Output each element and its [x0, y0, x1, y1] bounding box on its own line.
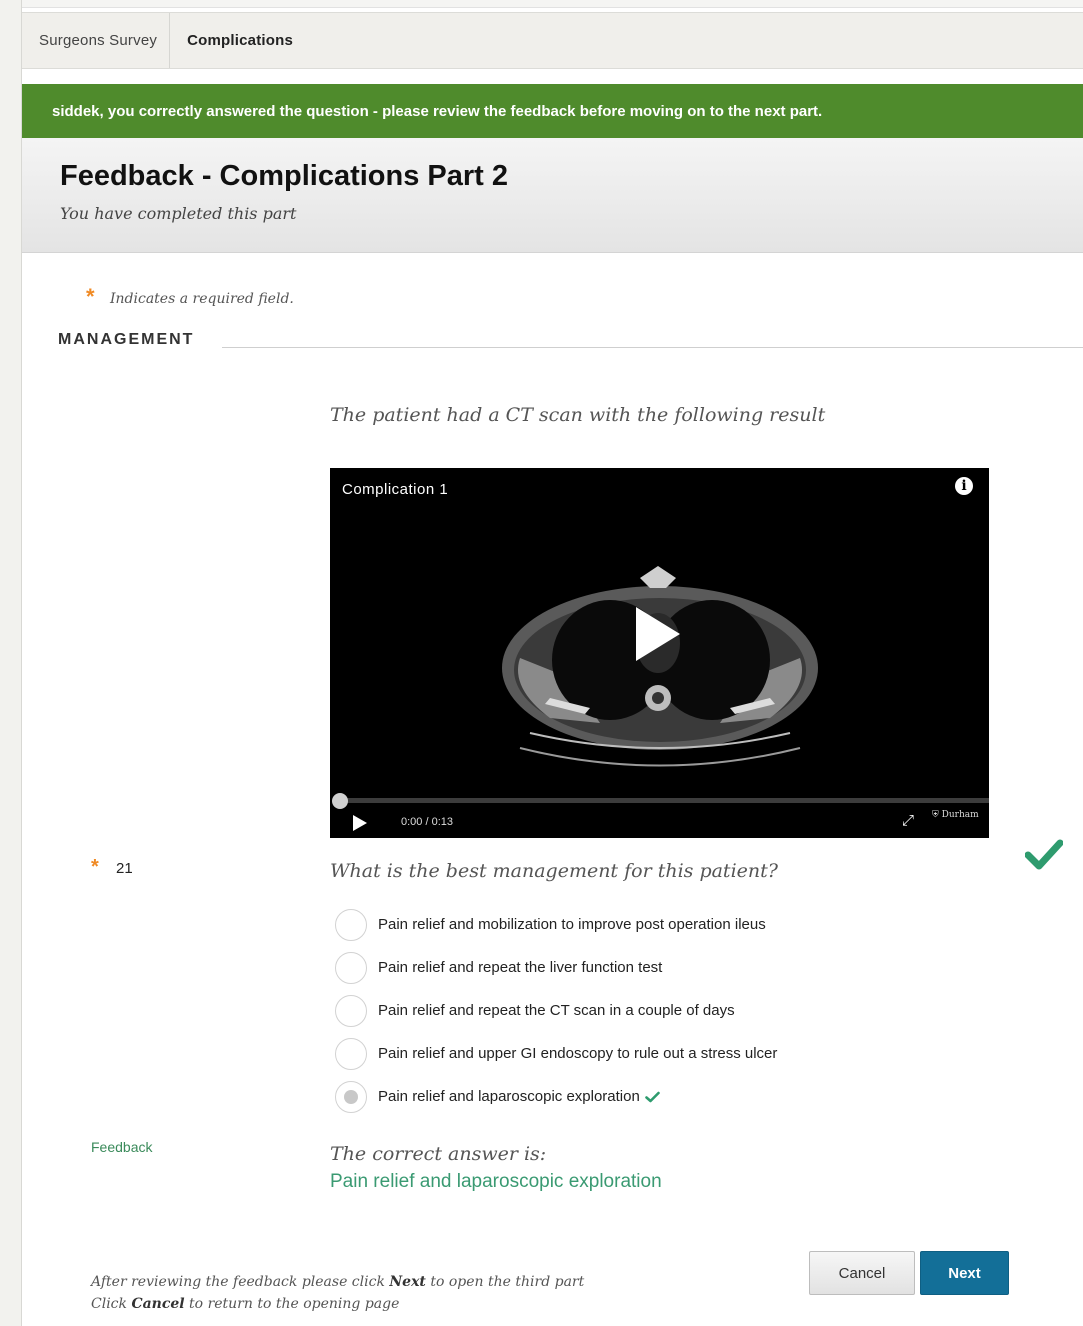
answer-option[interactable]: Pain relief and repeat the liver functio… — [335, 946, 777, 989]
required-star-icon: * — [91, 856, 99, 878]
section-title: MANAGEMENT — [58, 331, 195, 348]
option-label: Pain relief and mobilization to improve … — [378, 916, 766, 933]
left-rail — [0, 0, 22, 1326]
video-scrubber-handle[interactable] — [332, 793, 348, 809]
video-player[interactable]: Complication 1 i 0:00 / 0:13 ⤢ ⛨ Durham — [330, 468, 989, 838]
answer-option[interactable]: Pain relief and mobilization to improve … — [335, 903, 777, 946]
breadcrumb-complications: Complications — [187, 32, 294, 49]
option-label: Pain relief and upper GI endoscopy to ru… — [378, 1045, 778, 1062]
university-logo: ⛨ Durham — [932, 810, 979, 820]
correct-answer-intro: The correct answer is: — [330, 1143, 547, 1165]
option-label: Pain relief and repeat the liver functio… — [378, 959, 663, 976]
page-subtitle: You have completed this part — [60, 204, 297, 223]
option-label-selected: Pain relief and laparoscopic exploration — [378, 1088, 660, 1105]
info-icon[interactable]: i — [955, 477, 973, 495]
radio-button[interactable] — [335, 994, 367, 1027]
page-header: Feedback - Complications Part 2 You have… — [22, 138, 1083, 253]
university-logo-text: Durham — [941, 810, 979, 820]
correct-check-icon — [1025, 839, 1063, 870]
radio-button[interactable] — [335, 951, 367, 984]
video-title: Complication 1 — [342, 481, 449, 498]
answer-option-selected[interactable]: Pain relief and laparoscopic exploration — [335, 1075, 777, 1118]
radio-button[interactable] — [335, 1037, 367, 1070]
footer-instructions: After reviewing the feedback please clic… — [91, 1271, 584, 1315]
video-progress-bar[interactable] — [338, 798, 989, 803]
cancel-button[interactable]: Cancel — [809, 1251, 915, 1295]
play-button-icon[interactable] — [352, 814, 368, 832]
answer-options: Pain relief and mobilization to improve … — [335, 903, 777, 1118]
question-intro: The patient had a CT scan with the follo… — [330, 404, 826, 426]
required-field-note: Indicates a required field. — [110, 291, 294, 307]
breadcrumb-surgeons-survey[interactable]: Surgeons Survey — [22, 13, 171, 68]
check-icon — [645, 1091, 660, 1102]
section-divider — [222, 347, 1083, 348]
required-star-icon: * — [86, 284, 95, 309]
radio-button-selected[interactable] — [335, 1080, 367, 1113]
video-time: 0:00 / 0:13 — [401, 816, 453, 828]
video-time-total: / 0:13 — [425, 816, 454, 828]
fullscreen-icon[interactable]: ⤢ — [902, 812, 914, 829]
footer-line-next: After reviewing the feedback please clic… — [91, 1274, 585, 1290]
success-banner: siddek, you correctly answered the quest… — [22, 84, 1083, 138]
radio-button[interactable] — [335, 908, 367, 941]
video-time-current: 0:00 — [401, 816, 423, 828]
ct-scan-frame — [502, 566, 818, 767]
breadcrumb: Surgeons Survey Complications — [22, 12, 1083, 69]
play-icon[interactable] — [632, 603, 684, 665]
answer-option[interactable]: Pain relief and repeat the CT scan in a … — [335, 989, 777, 1032]
next-button[interactable]: Next — [920, 1251, 1009, 1295]
top-border — [0, 0, 1083, 8]
correct-answer-text: Pain relief and laparoscopic exploration — [330, 1171, 662, 1192]
option-label: Pain relief and repeat the CT scan in a … — [378, 1002, 735, 1019]
question-number: 21 — [116, 860, 133, 877]
page-title: Feedback - Complications Part 2 — [60, 160, 509, 192]
feedback-label[interactable]: Feedback — [91, 1139, 152, 1155]
question-text: What is the best management for this pat… — [330, 860, 778, 882]
answer-option[interactable]: Pain relief and upper GI endoscopy to ru… — [335, 1032, 777, 1075]
footer-line-cancel: Click Cancel to return to the opening pa… — [91, 1296, 400, 1312]
option-label-text: Pain relief and laparoscopic exploration — [378, 1088, 640, 1105]
